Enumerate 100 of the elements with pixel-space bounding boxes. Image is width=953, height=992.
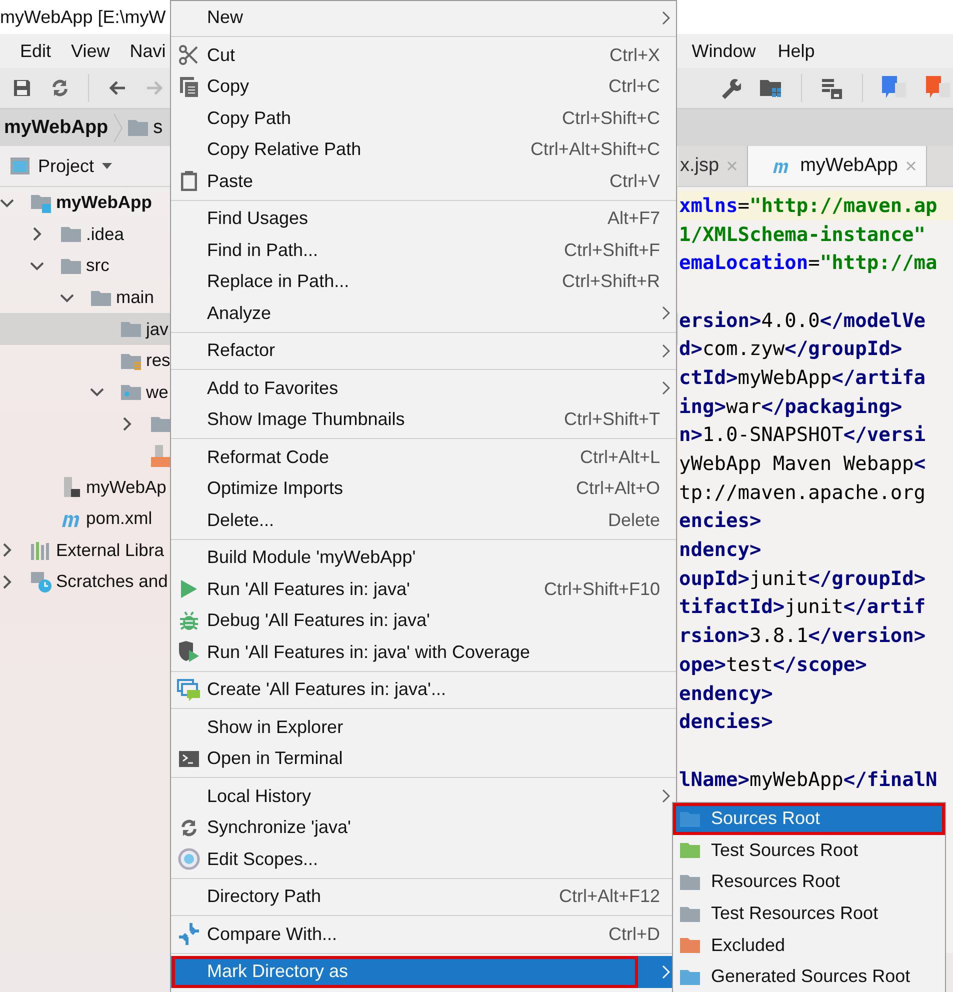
code-line: ndency>: [679, 538, 762, 562]
tree-item[interactable]: main: [116, 287, 154, 308]
code-line: tifactId>junit</artif: [679, 595, 926, 618]
code-line: ope>test</scope>: [679, 652, 867, 676]
folder-icon: [679, 936, 701, 954]
scratches-icon: [30, 570, 52, 593]
compare-arrows-icon: [178, 923, 200, 946]
code-line: rsion>3.8.1</version>: [679, 624, 926, 648]
menu-item[interactable]: Synchronize 'java': [171, 812, 676, 844]
code-line: yWebApp Maven Webapp<: [679, 452, 926, 476]
code-line: 1/XMLSchema-instance": [679, 222, 926, 246]
menu-item[interactable]: Show in Explorer: [171, 712, 676, 743]
folder-icon: [679, 968, 701, 986]
dropdown-arrow-icon[interactable]: [102, 163, 112, 169]
chevron-icon: [113, 112, 124, 142]
code-line: ctId>myWebApp</artifa: [679, 366, 926, 389]
code-line: ing>war</packaging>: [679, 394, 902, 418]
sync-icon[interactable]: [50, 78, 70, 98]
tree-item[interactable]: myWebAp: [86, 476, 166, 498]
module-folder-icon: [30, 192, 52, 213]
menu-item[interactable]: Edit Scopes...: [171, 844, 676, 875]
tree-item[interactable]: jav: [146, 318, 168, 340]
menu-item[interactable]: Compare With... Ctrl+D: [171, 918, 676, 950]
menu-item[interactable]: Test Sources Root: [673, 834, 945, 866]
code-line: lName>myWebApp</finalN: [679, 768, 938, 791]
code-line: emaLocation="http://ma: [679, 251, 938, 274]
folder-grid-icon[interactable]: [759, 77, 783, 99]
tree-item[interactable]: src: [86, 255, 110, 276]
panel-icon: [10, 157, 30, 175]
windows-comment-icon: [177, 678, 201, 701]
editor-tab[interactable]: myWebApp: [748, 146, 927, 186]
menu-item[interactable]: Run 'All Features in: java' with Coverage: [171, 636, 676, 668]
menu-item[interactable]: Help: [778, 40, 815, 62]
menu-item[interactable]: Directory Path Ctrl+Alt+F12: [171, 881, 676, 912]
code-line: xmlns="http://maven.ap: [679, 194, 938, 217]
save-icon[interactable]: [12, 78, 32, 98]
web-folder-icon: [120, 382, 142, 402]
code-line: dencies>: [679, 710, 773, 734]
menu-item[interactable]: Create 'All Features in: java'...: [171, 674, 676, 706]
menu-item[interactable]: Run 'All Features in: java' Ctrl+Shift+F10: [171, 574, 676, 605]
copy-icon: [180, 76, 198, 97]
menu-item[interactable]: Refactor: [171, 335, 676, 366]
menu-item[interactable]: Show Image Thumbnails Ctrl+Shift+T: [171, 404, 676, 436]
code-line: tp://maven.apache.org: [679, 480, 926, 504]
code-line: oupId>junit</groupId>: [679, 566, 926, 590]
jsp-file-icon: [150, 444, 172, 468]
libraries-icon: [30, 540, 52, 560]
breadcrumb-item[interactable]: s: [153, 116, 163, 138]
menu-item[interactable]: Add to Favorites: [171, 372, 676, 404]
menu-item[interactable]: Navi: [130, 40, 166, 62]
menu-item[interactable]: Open in Terminal: [171, 743, 676, 774]
window-title: myWebApp [E:\myW: [0, 6, 166, 28]
menu-item[interactable]: Optimize Imports Ctrl+Alt+O: [171, 473, 676, 504]
menu-item[interactable]: Build Module 'myWebApp': [171, 542, 676, 574]
code-line: encies>: [679, 509, 762, 532]
breadcrumb-item[interactable]: myWebApp: [4, 116, 108, 138]
folder-icon: [679, 872, 701, 891]
code-line: ersion>4.0.0</modelVe: [679, 308, 926, 332]
menu-item[interactable]: Test Resources Root: [673, 898, 945, 930]
tree-item[interactable]: myWebApp: [56, 192, 152, 214]
menu-item[interactable]: Cut Ctrl+X: [171, 40, 676, 71]
tree-item[interactable]: Scratches and: [56, 571, 168, 592]
play-icon: [181, 580, 197, 598]
menu-item[interactable]: Window: [692, 40, 756, 62]
menu-item[interactable]: Copy Relative Path Ctrl+Alt+Shift+C: [171, 134, 676, 166]
menu-item[interactable]: Generated Sources Root: [673, 960, 945, 992]
menu-item[interactable]: Resources Root: [673, 866, 945, 898]
folder-icon: [128, 120, 148, 136]
tree-item[interactable]: pom.xml: [86, 508, 152, 530]
menu-item[interactable]: Find Usages Alt+F7: [171, 203, 676, 234]
tree-item[interactable]: .idea: [86, 224, 124, 245]
menu-item[interactable]: Analyze: [171, 298, 676, 329]
folder-icon: [679, 904, 701, 923]
menu-item[interactable]: New: [171, 2, 676, 34]
menu-item[interactable]: Local History: [171, 780, 676, 812]
panel-title[interactable]: Project: [38, 156, 94, 176]
code-line: d>com.zyw</groupId>: [679, 337, 902, 360]
code-line: endency>: [679, 682, 773, 705]
menu-item[interactable]: View: [71, 40, 110, 62]
tree-item[interactable]: we: [146, 382, 168, 403]
menu-item[interactable]: Replace in Path... Ctrl+Shift+R: [171, 266, 676, 298]
menu-item[interactable]: Paste Ctrl+V: [171, 166, 676, 197]
scissors-icon: [179, 45, 199, 66]
terminal-icon: [179, 750, 199, 767]
menu-item[interactable]: Reformat Code Ctrl+Alt+L: [171, 442, 676, 473]
menu-item[interactable]: Debug 'All Features in: java': [171, 605, 676, 636]
sync-icon: [179, 818, 199, 838]
bug-icon: [179, 610, 199, 631]
menu-item[interactable]: Sources Root: [673, 803, 945, 835]
target-icon: [178, 848, 200, 870]
menu-item[interactable]: Delete... Delete: [171, 504, 676, 536]
tree-item[interactable]: External Libra: [56, 540, 164, 561]
menu-item[interactable]: Excluded: [673, 929, 945, 961]
folder-icon: [679, 810, 701, 828]
code-line: n>1.0-SNAPSHOT</versi: [679, 423, 926, 446]
menu-item[interactable]: Edit: [20, 40, 52, 62]
tree-item[interactable]: res: [146, 350, 170, 372]
menu-item[interactable]: Copy Path Ctrl+Shift+C: [171, 102, 676, 134]
menu-item[interactable]: Find in Path... Ctrl+Shift+F: [171, 234, 676, 266]
folder-icon: [60, 224, 82, 244]
